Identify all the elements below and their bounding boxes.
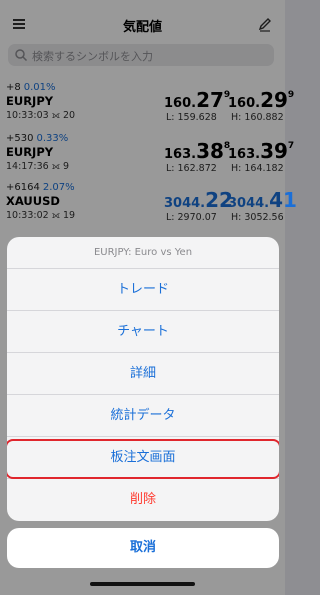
delete-button[interactable]: 削除	[7, 479, 279, 521]
home-indicator[interactable]	[90, 582, 195, 586]
action-sheet: EURJPY: Euro vs Yen トレード チャート 詳細 統計データ 板…	[7, 237, 279, 521]
order-book-button[interactable]: 板注文画面	[7, 437, 279, 479]
details-button[interactable]: 詳細	[7, 353, 279, 395]
action-sheet-title: EURJPY: Euro vs Yen	[7, 237, 279, 269]
chart-button[interactable]: チャート	[7, 311, 279, 353]
trade-button[interactable]: トレード	[7, 269, 279, 311]
cancel-button[interactable]: 取消	[7, 528, 279, 568]
statistics-button[interactable]: 統計データ	[7, 395, 279, 437]
